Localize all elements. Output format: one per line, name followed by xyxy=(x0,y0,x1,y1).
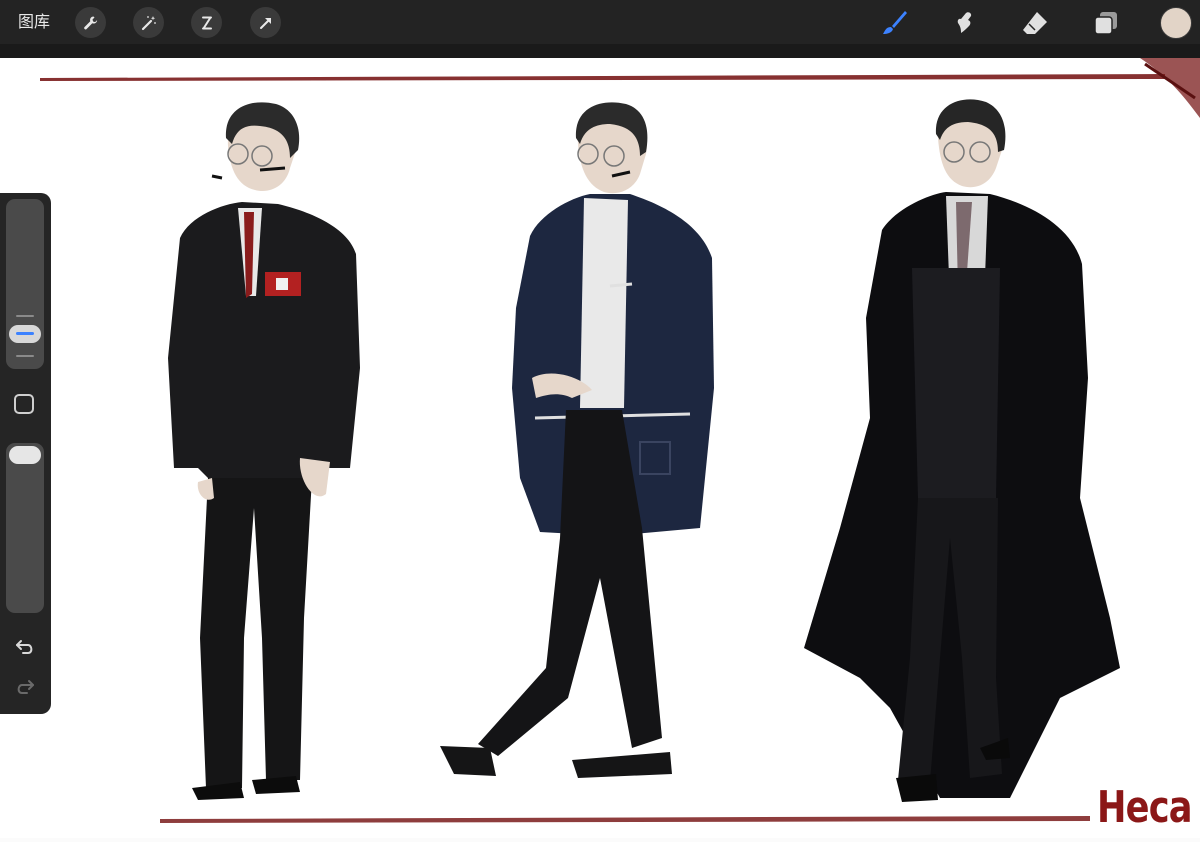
opacity-handle[interactable] xyxy=(9,446,41,464)
modify-button[interactable] xyxy=(14,394,34,414)
undo-button[interactable] xyxy=(11,633,39,661)
toolbar-shadow xyxy=(0,44,1200,58)
artist-watermark: Heca xyxy=(1097,782,1193,833)
eraser-icon xyxy=(1023,12,1047,34)
adjustments-button[interactable] xyxy=(133,7,164,38)
opacity-slider[interactable] xyxy=(6,443,44,613)
eraser-button[interactable] xyxy=(1020,8,1050,38)
figure-long-overcoat xyxy=(804,99,1120,802)
brush-size-handle[interactable] xyxy=(9,325,41,343)
slider-tick-top xyxy=(16,315,34,317)
frame-top-stroke xyxy=(40,74,1165,81)
arrow-cursor-icon xyxy=(259,17,271,29)
brush-button[interactable] xyxy=(879,8,909,38)
transform-button[interactable] xyxy=(250,7,281,38)
color-picker-button[interactable] xyxy=(1160,7,1192,39)
gallery-button[interactable]: 图库 xyxy=(18,11,50,33)
layers-icon xyxy=(1094,12,1117,35)
undo-icon xyxy=(16,640,33,654)
smudge-icon xyxy=(957,12,972,33)
smudge-button[interactable] xyxy=(950,8,980,38)
selection-s-icon xyxy=(201,16,212,29)
figure-navy-coat xyxy=(440,102,714,778)
actions-button[interactable] xyxy=(75,7,106,38)
layers-button[interactable] xyxy=(1091,8,1121,38)
redo-icon xyxy=(17,680,34,694)
brush-size-slider[interactable] xyxy=(6,199,44,369)
brush-icon xyxy=(883,11,907,34)
artwork xyxy=(40,58,1200,823)
magic-wand-icon xyxy=(141,15,156,30)
frame-bottom-stroke xyxy=(160,816,1090,823)
wrench-icon xyxy=(83,16,97,29)
left-sidebar xyxy=(0,193,51,714)
slider-tick-bottom xyxy=(16,355,34,357)
selection-button[interactable] xyxy=(191,7,222,38)
figure-black-suit xyxy=(168,102,360,800)
drawing-canvas[interactable] xyxy=(0,58,1200,838)
redo-button[interactable] xyxy=(11,673,39,701)
